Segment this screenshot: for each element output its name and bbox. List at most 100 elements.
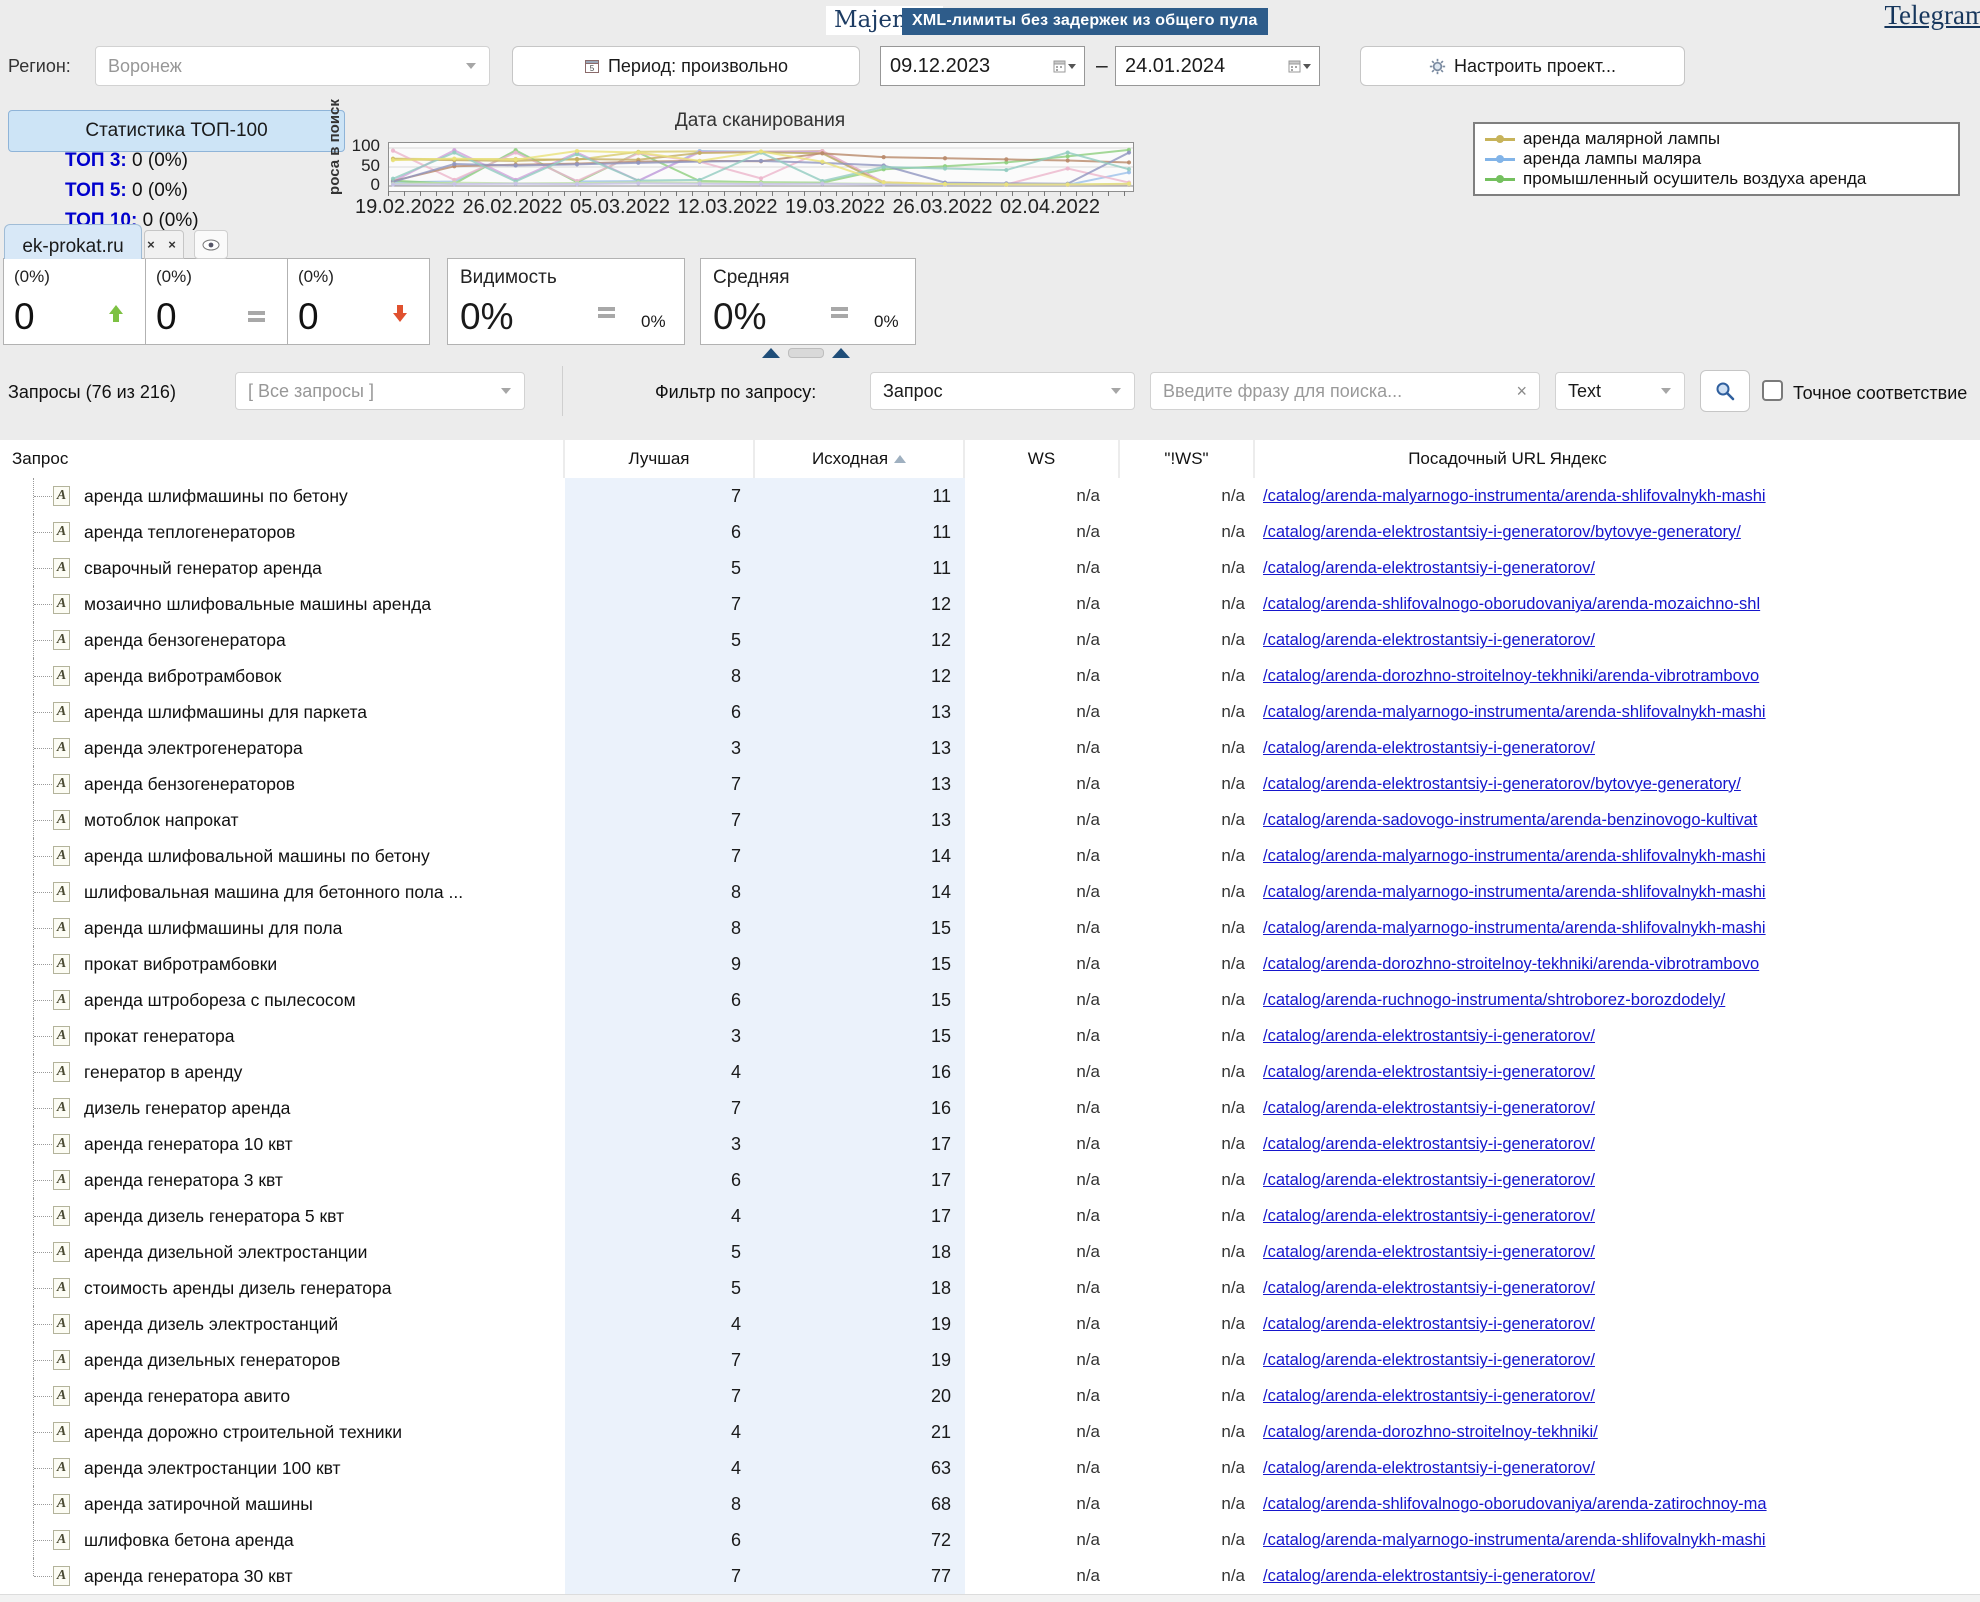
- search-phrase-input[interactable]: [1151, 380, 1516, 403]
- landing-url-link[interactable]: /catalog/arenda-sadovogo-instrumenta/are…: [1263, 811, 1757, 829]
- query-cell[interactable]: A прокат генератора: [0, 1018, 565, 1054]
- table-row[interactable]: A аренда шлифмашины для пола 8 15 n/a n/…: [0, 910, 1980, 946]
- landing-url-link[interactable]: /catalog/arenda-elektrostantsiy-i-genera…: [1263, 739, 1595, 757]
- column-ws[interactable]: WS: [965, 440, 1120, 478]
- query-cell[interactable]: A дизель генератор аренда: [0, 1090, 565, 1126]
- query-cell[interactable]: A аренда генератора 10 квт: [0, 1126, 565, 1162]
- landing-url-link[interactable]: /catalog/arenda-malyarnogo-instrumenta/a…: [1263, 703, 1766, 721]
- column-initial[interactable]: Исходная: [755, 440, 965, 478]
- filter-field-dropdown[interactable]: Запрос: [870, 372, 1135, 410]
- column-iws[interactable]: "!WS": [1120, 440, 1255, 478]
- table-row[interactable]: A стоимость аренды дизель генератора 5 1…: [0, 1270, 1980, 1306]
- landing-url-link[interactable]: /catalog/arenda-dorozhno-stroitelnoy-tek…: [1263, 667, 1759, 685]
- landing-url-link[interactable]: /catalog/arenda-elektrostantsiy-i-genera…: [1263, 1351, 1595, 1369]
- query-cell[interactable]: A шлифовальная машина для бетонного пола…: [0, 874, 565, 910]
- tab-close-buttons[interactable]: × ×: [144, 230, 184, 259]
- query-cell[interactable]: A аренда дорожно строительной техники: [0, 1414, 565, 1450]
- calendar-dropdown-icon[interactable]: [1053, 59, 1076, 73]
- landing-url-link[interactable]: /catalog/arenda-malyarnogo-instrumenta/a…: [1263, 487, 1766, 505]
- table-row[interactable]: A аренда шлифмашины для паркета 6 13 n/a…: [0, 694, 1980, 730]
- query-cell[interactable]: A аренда генератора авито: [0, 1378, 565, 1414]
- table-row[interactable]: A шлифовальная машина для бетонного пола…: [0, 874, 1980, 910]
- query-cell[interactable]: A аренда генератора 3 квт: [0, 1162, 565, 1198]
- date-to-field[interactable]: 24.01.2024: [1115, 46, 1320, 86]
- query-cell[interactable]: A аренда дизель электростанций: [0, 1306, 565, 1342]
- clear-icon[interactable]: ×: [1516, 381, 1527, 402]
- query-cell[interactable]: A аренда теплогенераторов: [0, 514, 565, 550]
- landing-url-link[interactable]: /catalog/arenda-elektrostantsiy-i-genera…: [1263, 1135, 1595, 1153]
- query-cell[interactable]: A аренда дизель генератора 5 квт: [0, 1198, 565, 1234]
- table-row[interactable]: A аренда бензогенератора 5 12 n/a n/a /c…: [0, 622, 1980, 658]
- landing-url-link[interactable]: /catalog/arenda-malyarnogo-instrumenta/a…: [1263, 1531, 1766, 1549]
- column-landing-url[interactable]: Посадочный URL Яндекс: [1255, 440, 1980, 478]
- table-row[interactable]: A аренда дизель электростанций 4 19 n/a …: [0, 1306, 1980, 1342]
- match-type-dropdown[interactable]: Text: [1555, 372, 1685, 410]
- table-row[interactable]: A аренда генератора авито 7 20 n/a n/a /…: [0, 1378, 1980, 1414]
- query-cell[interactable]: A аренда шлифмашины для паркета: [0, 694, 565, 730]
- landing-url-link[interactable]: /catalog/arenda-malyarnogo-instrumenta/a…: [1263, 919, 1766, 937]
- query-cell[interactable]: A аренда затирочной машины: [0, 1486, 565, 1522]
- landing-url-link[interactable]: /catalog/arenda-elektrostantsiy-i-genera…: [1263, 1063, 1595, 1081]
- table-row[interactable]: A аренда генератора 10 квт 3 17 n/a n/a …: [0, 1126, 1980, 1162]
- landing-url-link[interactable]: /catalog/arenda-elektrostantsiy-i-genera…: [1263, 775, 1741, 793]
- landing-url-link[interactable]: /catalog/arenda-elektrostantsiy-i-genera…: [1263, 559, 1595, 577]
- query-cell[interactable]: A шлифовка бетона аренда: [0, 1522, 565, 1558]
- table-row[interactable]: A аренда дизель генератора 5 квт 4 17 n/…: [0, 1198, 1980, 1234]
- query-cell[interactable]: A аренда вибротрамбовок: [0, 658, 565, 694]
- collapse-arrow-icon[interactable]: [762, 348, 780, 358]
- calendar-dropdown-icon[interactable]: [1288, 59, 1311, 73]
- query-cell[interactable]: A аренда шлифовальной машины по бетону: [0, 838, 565, 874]
- search-button[interactable]: [1700, 370, 1750, 412]
- query-cell[interactable]: A прокат вибротрамбовки: [0, 946, 565, 982]
- configure-project-button[interactable]: Настроить проект...: [1360, 46, 1685, 86]
- table-row[interactable]: A аренда вибротрамбовок 8 12 n/a n/a /ca…: [0, 658, 1980, 694]
- period-button[interactable]: 5 Период: произвольно: [512, 46, 860, 86]
- scan-history-chart[interactable]: [388, 142, 1134, 192]
- landing-url-link[interactable]: /catalog/arenda-malyarnogo-instrumenta/a…: [1263, 847, 1766, 865]
- query-cell[interactable]: A мотоблок напрокат: [0, 802, 565, 838]
- table-row[interactable]: A шлифовка бетона аренда 6 72 n/a n/a /c…: [0, 1522, 1980, 1558]
- region-dropdown[interactable]: Воронеж: [95, 46, 490, 86]
- top100-stats-button[interactable]: Статистика ТОП-100: [8, 110, 345, 152]
- xml-limits-banner[interactable]: XML-лимиты без задержек из общего пула: [902, 8, 1268, 35]
- query-cell[interactable]: A аренда бензогенератора: [0, 622, 565, 658]
- table-row[interactable]: A аренда шлифмашины по бетону 7 11 n/a n…: [0, 478, 1980, 514]
- query-cell[interactable]: A мозаично шлифовальные машины аренда: [0, 586, 565, 622]
- table-row[interactable]: A аренда дорожно строительной техники 4 …: [0, 1414, 1980, 1450]
- visibility-toggle-button[interactable]: [194, 230, 228, 259]
- date-from-field[interactable]: 09.12.2023: [880, 46, 1085, 86]
- query-group-dropdown[interactable]: [ Все запросы ]: [235, 372, 525, 410]
- table-row[interactable]: A аренда электростанции 100 квт 4 63 n/a…: [0, 1450, 1980, 1486]
- table-row[interactable]: A сварочный генератор аренда 5 11 n/a n/…: [0, 550, 1980, 586]
- table-row[interactable]: A аренда затирочной машины 8 68 n/a n/a …: [0, 1486, 1980, 1522]
- query-cell[interactable]: A аренда дизельной электростанции: [0, 1234, 565, 1270]
- table-row[interactable]: A прокат вибротрамбовки 9 15 n/a n/a /ca…: [0, 946, 1980, 982]
- landing-url-link[interactable]: /catalog/arenda-malyarnogo-instrumenta/a…: [1263, 883, 1766, 901]
- landing-url-link[interactable]: /catalog/arenda-shlifovalnogo-oborudovan…: [1263, 595, 1760, 613]
- landing-url-link[interactable]: /catalog/arenda-dorozhno-stroitelnoy-tek…: [1263, 955, 1759, 973]
- column-best[interactable]: Лучшая: [565, 440, 755, 478]
- collapse-arrow-icon[interactable]: [832, 348, 850, 358]
- query-cell[interactable]: A аренда дизельных генераторов: [0, 1342, 565, 1378]
- table-row[interactable]: A мотоблок напрокат 7 13 n/a n/a /catalo…: [0, 802, 1980, 838]
- landing-url-link[interactable]: /catalog/arenda-elektrostantsiy-i-genera…: [1263, 631, 1595, 649]
- table-row[interactable]: A аренда генератора 30 квт 7 77 n/a n/a …: [0, 1558, 1980, 1594]
- landing-url-link[interactable]: /catalog/arenda-elektrostantsiy-i-genera…: [1263, 1459, 1595, 1477]
- splitter-handle[interactable]: [788, 348, 824, 358]
- query-cell[interactable]: A аренда бензогенераторов: [0, 766, 565, 802]
- landing-url-link[interactable]: /catalog/arenda-elektrostantsiy-i-genera…: [1263, 1207, 1595, 1225]
- table-row[interactable]: A генератор в аренду 4 16 n/a n/a /catal…: [0, 1054, 1980, 1090]
- landing-url-link[interactable]: /catalog/arenda-elektrostantsiy-i-genera…: [1263, 1279, 1595, 1297]
- query-cell[interactable]: A аренда шлифмашины по бетону: [0, 478, 565, 514]
- landing-url-link[interactable]: /catalog/arenda-elektrostantsiy-i-genera…: [1263, 1243, 1595, 1261]
- table-row[interactable]: A аренда дизельных генераторов 7 19 n/a …: [0, 1342, 1980, 1378]
- landing-url-link[interactable]: /catalog/arenda-elektrostantsiy-i-genera…: [1263, 1099, 1595, 1117]
- table-row[interactable]: A аренда шлифовальной машины по бетону 7…: [0, 838, 1980, 874]
- exact-match-checkbox[interactable]: [1762, 380, 1783, 401]
- project-tab[interactable]: ek-prokat.ru: [4, 224, 142, 259]
- query-cell[interactable]: A аренда штробореза с пылесосом: [0, 982, 565, 1018]
- query-cell[interactable]: A аренда электрогенератора: [0, 730, 565, 766]
- landing-url-link[interactable]: /catalog/arenda-elektrostantsiy-i-genera…: [1263, 1171, 1595, 1189]
- column-query[interactable]: Запрос: [0, 440, 565, 478]
- landing-url-link[interactable]: /catalog/arenda-elektrostantsiy-i-genera…: [1263, 523, 1741, 541]
